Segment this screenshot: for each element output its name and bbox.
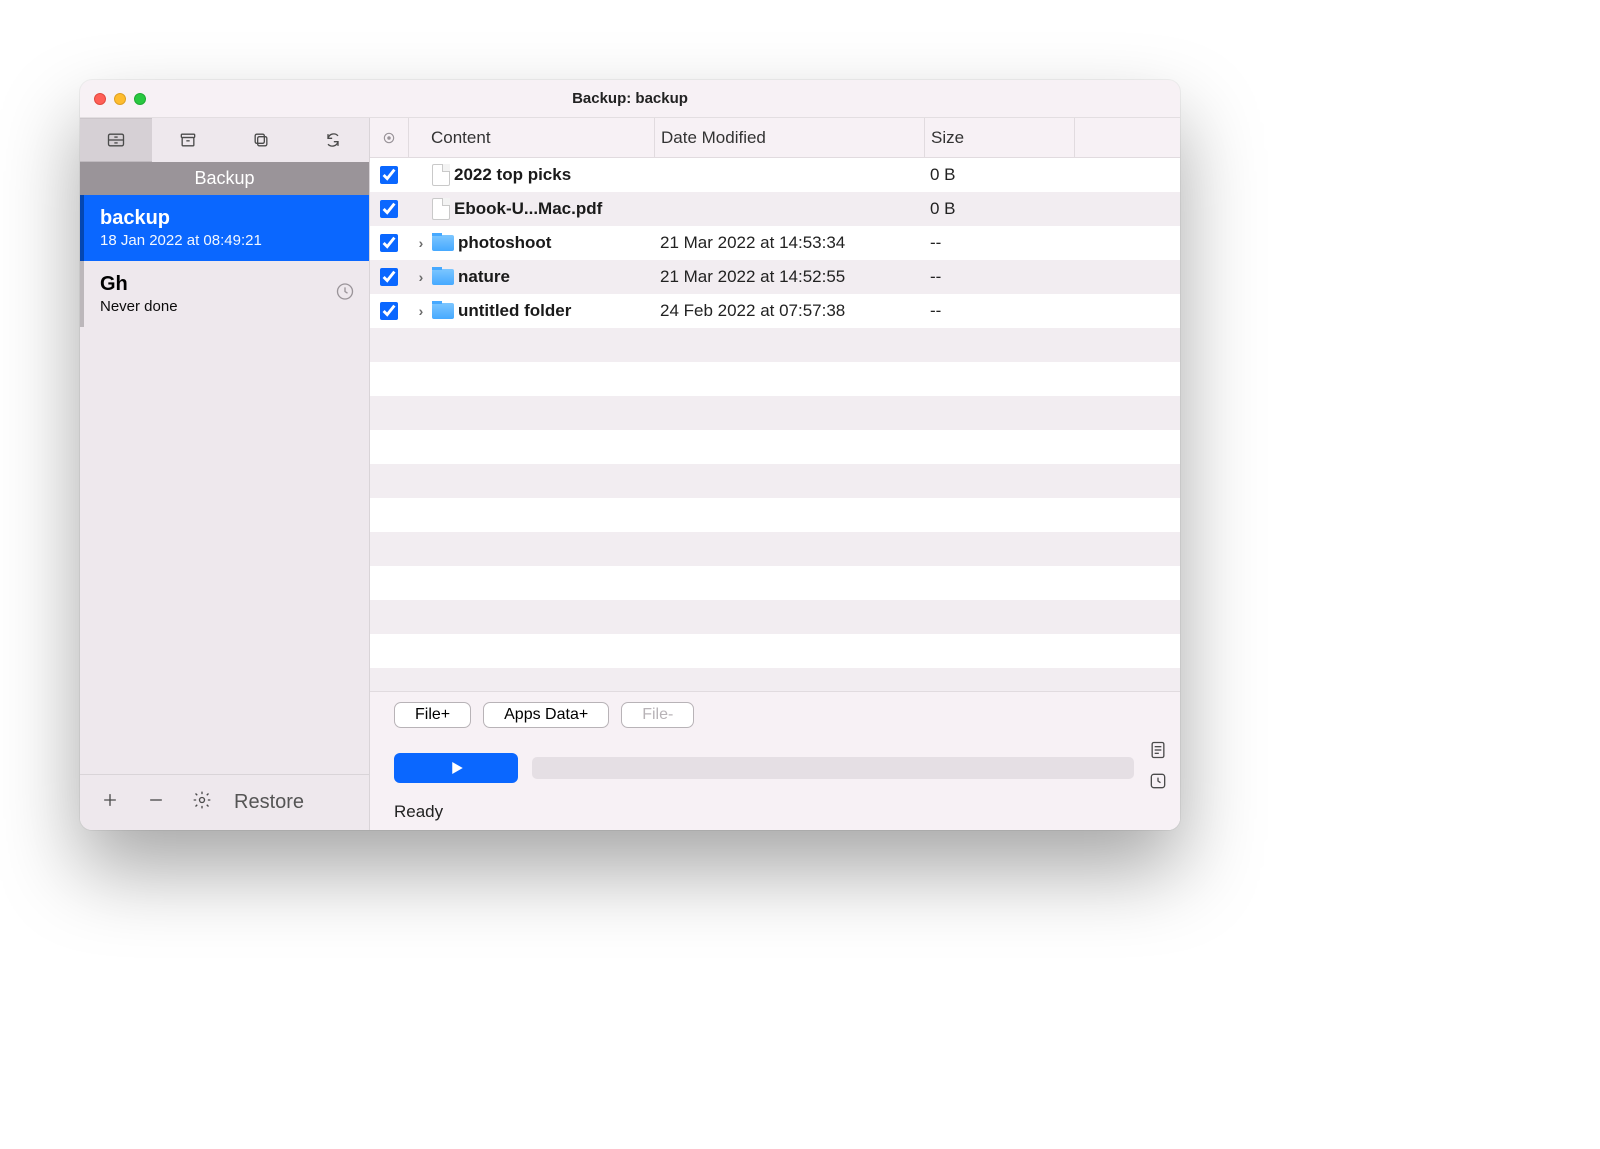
row-name: untitled folder: [458, 301, 571, 321]
sidebar-item-gh[interactable]: Gh Never done: [80, 261, 369, 327]
table-row[interactable]: › untitled folder 24 Feb 2022 at 07:57:38-…: [370, 294, 1180, 328]
backup-list: backup 18 Jan 2022 at 08:49:21 Gh Never don…: [80, 195, 369, 327]
document-icon: [1148, 740, 1168, 760]
row-date: 21 Mar 2022 at 14:52:55: [654, 267, 924, 287]
tab-copy[interactable]: [225, 118, 297, 162]
progress-bar: [532, 757, 1134, 779]
table-row-empty: [370, 464, 1180, 498]
table-row[interactable]: › photoshoot 21 Mar 2022 at 14:53:34--: [370, 226, 1180, 260]
minus-icon: [146, 790, 166, 810]
chevron-right-icon[interactable]: ›: [414, 303, 428, 319]
row-size: --: [924, 267, 1074, 287]
row-name: Ebook-U...Mac.pdf: [454, 199, 602, 219]
run-backup-button[interactable]: [394, 753, 518, 783]
footer-buttons: File+ Apps Data+ File-: [382, 702, 1168, 728]
drawer-icon: [106, 130, 126, 150]
row-size: --: [924, 233, 1074, 253]
sidebar-item-backup[interactable]: backup 18 Jan 2022 at 08:49:21: [80, 195, 369, 261]
clock-icon: [1148, 771, 1168, 791]
sync-icon: [323, 130, 343, 150]
chevron-right-icon[interactable]: ›: [414, 235, 428, 251]
folder-icon: [432, 303, 454, 319]
backup-item-name: backup: [100, 207, 353, 230]
row-name: 2022 top picks: [454, 165, 571, 185]
window-title: Backup: backup: [80, 90, 1180, 107]
table-row-empty: [370, 362, 1180, 396]
app-window: Backup: backup Backup backup18 Jan 2022: [80, 80, 1180, 830]
table-header: Content Date Modified Size: [370, 118, 1180, 158]
column-date[interactable]: Date Modified: [654, 118, 924, 157]
play-icon: [447, 759, 465, 777]
file-icon: [432, 198, 450, 220]
copy-icon: [251, 130, 271, 150]
plus-icon: [100, 790, 120, 810]
tab-archive[interactable]: [152, 118, 224, 162]
titlebar: Backup: backup: [80, 80, 1180, 118]
column-radio[interactable]: [370, 118, 408, 157]
sidebar-section-label: Backup: [80, 162, 369, 195]
status-text: Ready: [382, 796, 1168, 822]
table-row[interactable]: › nature 21 Mar 2022 at 14:52:55--: [370, 260, 1180, 294]
backup-item-name: Gh: [100, 273, 353, 296]
clock-icon: [335, 282, 355, 307]
row-checkbox[interactable]: [380, 166, 398, 184]
schedule-button[interactable]: [1148, 771, 1168, 796]
table-row-empty: [370, 498, 1180, 532]
sidebar: Backup backup 18 Jan 2022 at 08:49:21 Gh Ne…: [80, 118, 370, 830]
sidebar-footer: Restore: [80, 774, 369, 830]
chevron-right-icon[interactable]: ›: [414, 269, 428, 285]
remove-file-button: File-: [621, 702, 694, 728]
table-row-empty: [370, 600, 1180, 634]
file-icon: [432, 164, 450, 186]
column-spacer: [1074, 118, 1180, 157]
tab-sync[interactable]: [297, 118, 369, 162]
row-name: nature: [458, 267, 510, 287]
box-icon: [178, 130, 198, 150]
folder-icon: [432, 269, 454, 285]
table-row-empty: [370, 396, 1180, 430]
settings-button[interactable]: [188, 790, 216, 816]
column-size[interactable]: Size: [924, 118, 1074, 157]
backup-item-sub: Never done: [100, 298, 353, 315]
add-apps-data-button[interactable]: Apps Data+: [483, 702, 609, 728]
sidebar-tabs: [80, 118, 369, 162]
backup-item-sub: 18 Jan 2022 at 08:49:21: [100, 232, 353, 249]
row-date: 21 Mar 2022 at 14:53:34: [654, 233, 924, 253]
file-table-area: Content Date Modified Size 2022 top pick…: [370, 118, 1180, 830]
row-size: 0 B: [924, 165, 1074, 185]
row-size: --: [924, 301, 1074, 321]
table-row-empty: [370, 566, 1180, 600]
log-button[interactable]: [1148, 740, 1168, 765]
column-content[interactable]: Content: [408, 118, 654, 157]
row-size: 0 B: [924, 199, 1074, 219]
add-file-button[interactable]: File+: [394, 702, 471, 728]
row-date: 24 Feb 2022 at 07:57:38: [654, 301, 924, 321]
table-row-empty: [370, 634, 1180, 668]
row-checkbox[interactable]: [380, 200, 398, 218]
tab-backup[interactable]: [80, 118, 152, 162]
row-checkbox[interactable]: [380, 268, 398, 286]
remove-backup-button[interactable]: [142, 790, 170, 816]
row-checkbox[interactable]: [380, 302, 398, 320]
table-row-empty: [370, 668, 1180, 691]
table-row-empty: [370, 430, 1180, 464]
row-checkbox[interactable]: [380, 234, 398, 252]
table-row[interactable]: 2022 top picks 0 B: [370, 158, 1180, 192]
row-name: photoshoot: [458, 233, 551, 253]
folder-icon: [432, 235, 454, 251]
restore-button[interactable]: Restore: [234, 791, 304, 814]
gear-icon: [192, 790, 212, 810]
table-row[interactable]: Ebook-U...Mac.pdf 0 B: [370, 192, 1180, 226]
table-row-empty: [370, 532, 1180, 566]
table-body: 2022 top picks 0 B Ebook-U...Mac.pdf 0 B › ph…: [370, 158, 1180, 691]
table-row-empty: [370, 328, 1180, 362]
target-icon: [382, 131, 396, 145]
add-backup-button[interactable]: [96, 790, 124, 816]
footer: File+ Apps Data+ File-: [370, 691, 1180, 830]
